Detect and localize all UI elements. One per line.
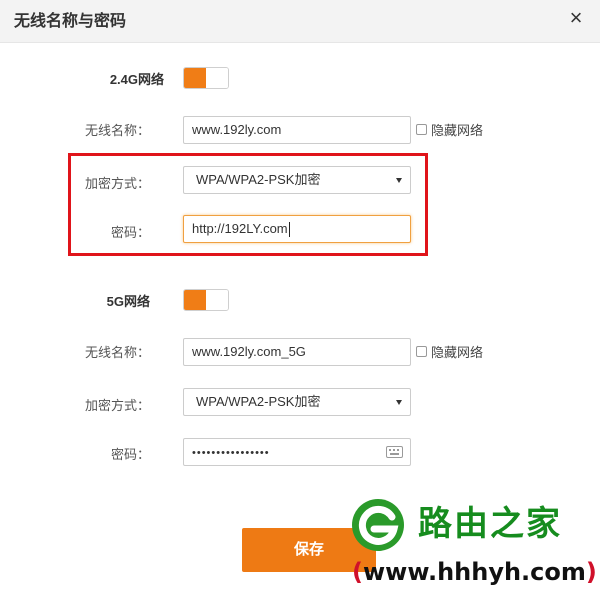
band24-hide-label: 隐藏网络: [431, 123, 484, 138]
band5-encryption-select[interactable]: WPA/WPA2-PSK加密: [183, 388, 411, 416]
band24-encryption-label: 加密方式：: [84, 176, 150, 191]
band5-toggle[interactable]: [183, 289, 229, 311]
band24-ssid-input[interactable]: www.192ly.com: [183, 116, 411, 144]
dialog-title: 无线名称与密码: [14, 13, 127, 30]
watermark-paren-close: ): [585, 558, 597, 586]
band5-password-input[interactable]: ••••••••••••••••: [183, 438, 411, 466]
band5-encryption-label: 加密方式：: [84, 398, 150, 413]
watermark-logo-icon: [352, 499, 404, 551]
band24-hide-network-checkbox[interactable]: 隐藏网络: [416, 120, 483, 139]
toggle-knob: [206, 290, 228, 310]
band24-password-label: 密码：: [110, 225, 150, 240]
band5-encryption-value: WPA/WPA2-PSK加密: [196, 394, 321, 409]
band5-hide-network-checkbox[interactable]: 隐藏网络: [416, 342, 483, 361]
watermark-brand: 路由之家: [418, 504, 562, 544]
toggle-on-segment: [184, 290, 206, 310]
band24-password-input[interactable]: http://192LY.com: [183, 215, 411, 243]
text-caret: [288, 222, 290, 238]
band24-password-value: http://192LY.com: [192, 221, 288, 236]
band5-password-label: 密码：: [110, 447, 150, 462]
close-icon[interactable]: ×: [566, 7, 586, 29]
band24-encryption-select[interactable]: WPA/WPA2-PSK加密: [183, 166, 411, 194]
band5-ssid-label: 无线名称：: [84, 345, 150, 360]
dialog-header: 无线名称与密码 ×: [0, 0, 600, 43]
band24-encryption-value: WPA/WPA2-PSK加密: [196, 172, 321, 187]
band5-password-masked: ••••••••••••••••: [192, 447, 270, 459]
band5-hide-label: 隐藏网络: [431, 345, 484, 360]
toggle-on-segment: [184, 68, 206, 88]
checkbox-box[interactable]: [416, 124, 427, 135]
band24-section-label: 2.4G网络: [109, 72, 164, 87]
keyboard-icon[interactable]: [386, 446, 403, 458]
band24-toggle[interactable]: [183, 67, 229, 89]
watermark-paren-open: (: [352, 558, 363, 586]
band5-ssid-input[interactable]: www.192ly.com_5G: [183, 338, 411, 366]
chevron-down-icon: [396, 178, 402, 183]
band5-section-label: 5G网络: [106, 294, 150, 309]
toggle-knob: [206, 68, 228, 88]
watermark-url-text: www.hhhyh.com: [362, 558, 586, 586]
checkbox-box[interactable]: [416, 346, 427, 357]
watermark-url: (www.hhhyh.com): [352, 558, 597, 586]
band24-ssid-label: 无线名称：: [84, 123, 150, 138]
chevron-down-icon: [396, 400, 402, 405]
